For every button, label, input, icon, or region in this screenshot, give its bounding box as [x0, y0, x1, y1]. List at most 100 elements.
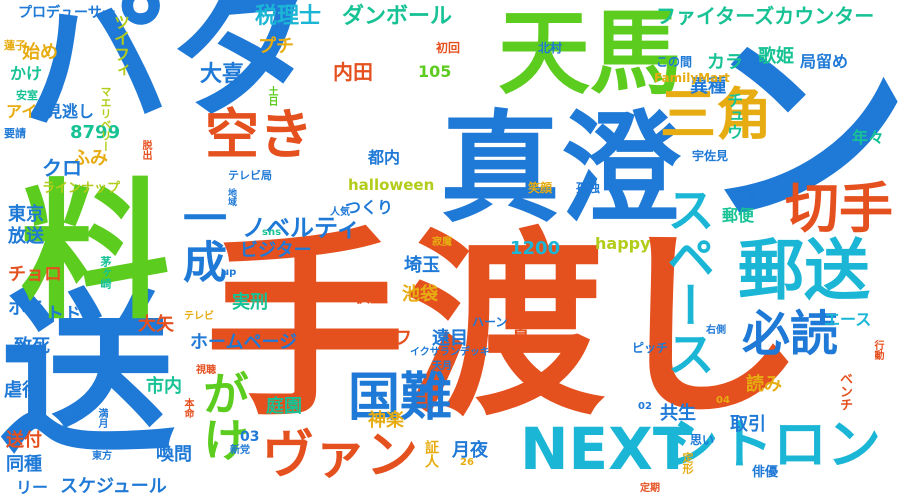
word-renko: 蓮子 [4, 39, 26, 52]
word-chiiki: 地域 [226, 188, 236, 206]
word-gyakutai: 虐待 [4, 380, 40, 401]
word-space: スペース [658, 185, 714, 377]
word-sns: sns [262, 227, 282, 238]
word-mangetsu: 満月 [96, 408, 107, 428]
word-novelty: ノベルティ [242, 214, 361, 242]
word-tenma: 天馬 [498, 0, 683, 107]
word-halloween: halloween [348, 176, 435, 194]
word-yuso: 郵送 [738, 232, 870, 309]
word-zeirishi: 税理士 [255, 4, 322, 29]
word-choro: チョロ [8, 264, 62, 285]
word-toome: 遠目 [432, 328, 468, 349]
word-oya: 大矢 [138, 314, 174, 335]
word-03: 03 [240, 429, 260, 445]
word-yomi: 読み [746, 374, 782, 395]
word-toho: 東方 [92, 451, 112, 462]
word-kake: かけ [10, 64, 43, 83]
word-shinto: 新党 [230, 445, 250, 456]
word-yubin: 郵便 [722, 206, 755, 225]
word-egao: 笑顔 [528, 181, 553, 195]
word-next: NEXT [520, 415, 693, 483]
word-schedule: スケジュール [60, 476, 167, 497]
word-donichi: 土日 [266, 86, 277, 106]
word-02: 02 [638, 401, 652, 412]
word-kodo: 行動 [872, 340, 883, 360]
word-honmei: 本命 [182, 398, 193, 418]
word-04: 04 [716, 395, 730, 406]
word-haiyu: 俳優 [752, 465, 779, 480]
word-hoso: 放送 [8, 226, 44, 247]
word-fighters: ファイターズカウンター [656, 4, 875, 28]
word-hajime: 始め [22, 42, 58, 63]
word-homo: ホモ [8, 298, 44, 319]
word-puchi: プチ [258, 36, 294, 57]
word-harn: ハーン [472, 315, 508, 329]
word-kodoku: 孤独 [576, 181, 601, 195]
word-van: ヴァン [262, 426, 419, 486]
word-chigasaki: 茅ヶ崎 [99, 256, 112, 289]
word-saitama: 埼玉 [404, 255, 440, 276]
word-homepage: ホームページ [190, 332, 298, 353]
word-kagura: 神楽 [368, 410, 404, 431]
word-ace: エース [824, 310, 872, 329]
word-masumi: 真澄 [440, 100, 680, 239]
word-konoaida: この間 [656, 55, 693, 69]
word-issei: 一成 [175, 195, 226, 283]
word-kuro: クロ [42, 156, 82, 180]
word-hiroshima: 広島 [509, 310, 530, 346]
word-shonin: 証人 [423, 440, 439, 468]
word-terebikyoku: テレビ局 [228, 169, 272, 182]
word-teikei: 定形 [681, 452, 694, 474]
word-tokyo: 東京 [8, 204, 44, 225]
word-shicho: 視聴 [196, 365, 216, 376]
word-familymart: FamilyMart [654, 71, 730, 85]
word-ikebukuro: 池袋 [402, 284, 438, 305]
word-tsuifu: ツイフ [358, 328, 412, 349]
word-tonai: 都内 [368, 148, 401, 167]
word-jakuma: 寂魔 [432, 237, 452, 248]
word-yosei: 要請 [4, 127, 26, 140]
word-shokai: 初回 [436, 41, 461, 55]
word-amuro: 安室 [16, 89, 38, 102]
word-pitch: ピッチ [632, 341, 669, 355]
word-kyosei: 共生 [660, 403, 696, 424]
word-nennen: 年々 [852, 128, 885, 147]
word-1200: 1200 [510, 238, 561, 259]
word-kara: カラ [707, 52, 743, 73]
word-uchida: 内田 [333, 60, 373, 84]
word-sofu: 送付 [6, 430, 42, 451]
word-chishi: 致死 [14, 336, 50, 357]
word-visitor: ビジター [240, 240, 312, 261]
word-ai: アイ [6, 102, 38, 121]
word-usami: 宇佐見 [692, 149, 729, 163]
word-happy: happy [595, 234, 651, 253]
word-teien: 庭園 [266, 396, 302, 417]
word-teiki: 定期 [640, 483, 660, 494]
word-aki: 空き [205, 103, 313, 166]
word-dasshutsu: 脱出 [140, 140, 151, 160]
word-terebi: テレビ [184, 311, 214, 322]
word-omoi: 思い [690, 433, 715, 447]
word-maribel: マエリベリー [99, 86, 112, 152]
word-26: 26 [460, 457, 474, 468]
word-kyokudome: 局留め [800, 52, 849, 71]
word-ri: リー [16, 478, 49, 497]
word-105: 105 [418, 62, 452, 81]
word-kanmon: 喚問 [156, 444, 192, 465]
word-bench: ベンチ [837, 372, 852, 411]
word-up: up [222, 267, 237, 278]
word-minogashi: 見逃し [46, 102, 95, 121]
word-migigawa: 右側 [706, 325, 726, 336]
word-daiki: 大喜 [200, 62, 245, 87]
word-shueki: 収益 [352, 286, 388, 307]
word-ixalan: イクサランデッキ [410, 347, 490, 358]
word-shinai: 市内 [146, 376, 182, 397]
word-doshu: 同種 [6, 454, 42, 475]
word-lineup: ラインナップ [42, 181, 121, 196]
word-tsukuri: つくり [345, 198, 394, 217]
word-ninki: 人気 [330, 207, 350, 218]
word-8799: 8799 [70, 122, 121, 143]
word-utahime: 歌姫 [758, 46, 794, 67]
word-todo: トド [46, 304, 82, 325]
word-torihiki: 取引 [730, 414, 766, 435]
